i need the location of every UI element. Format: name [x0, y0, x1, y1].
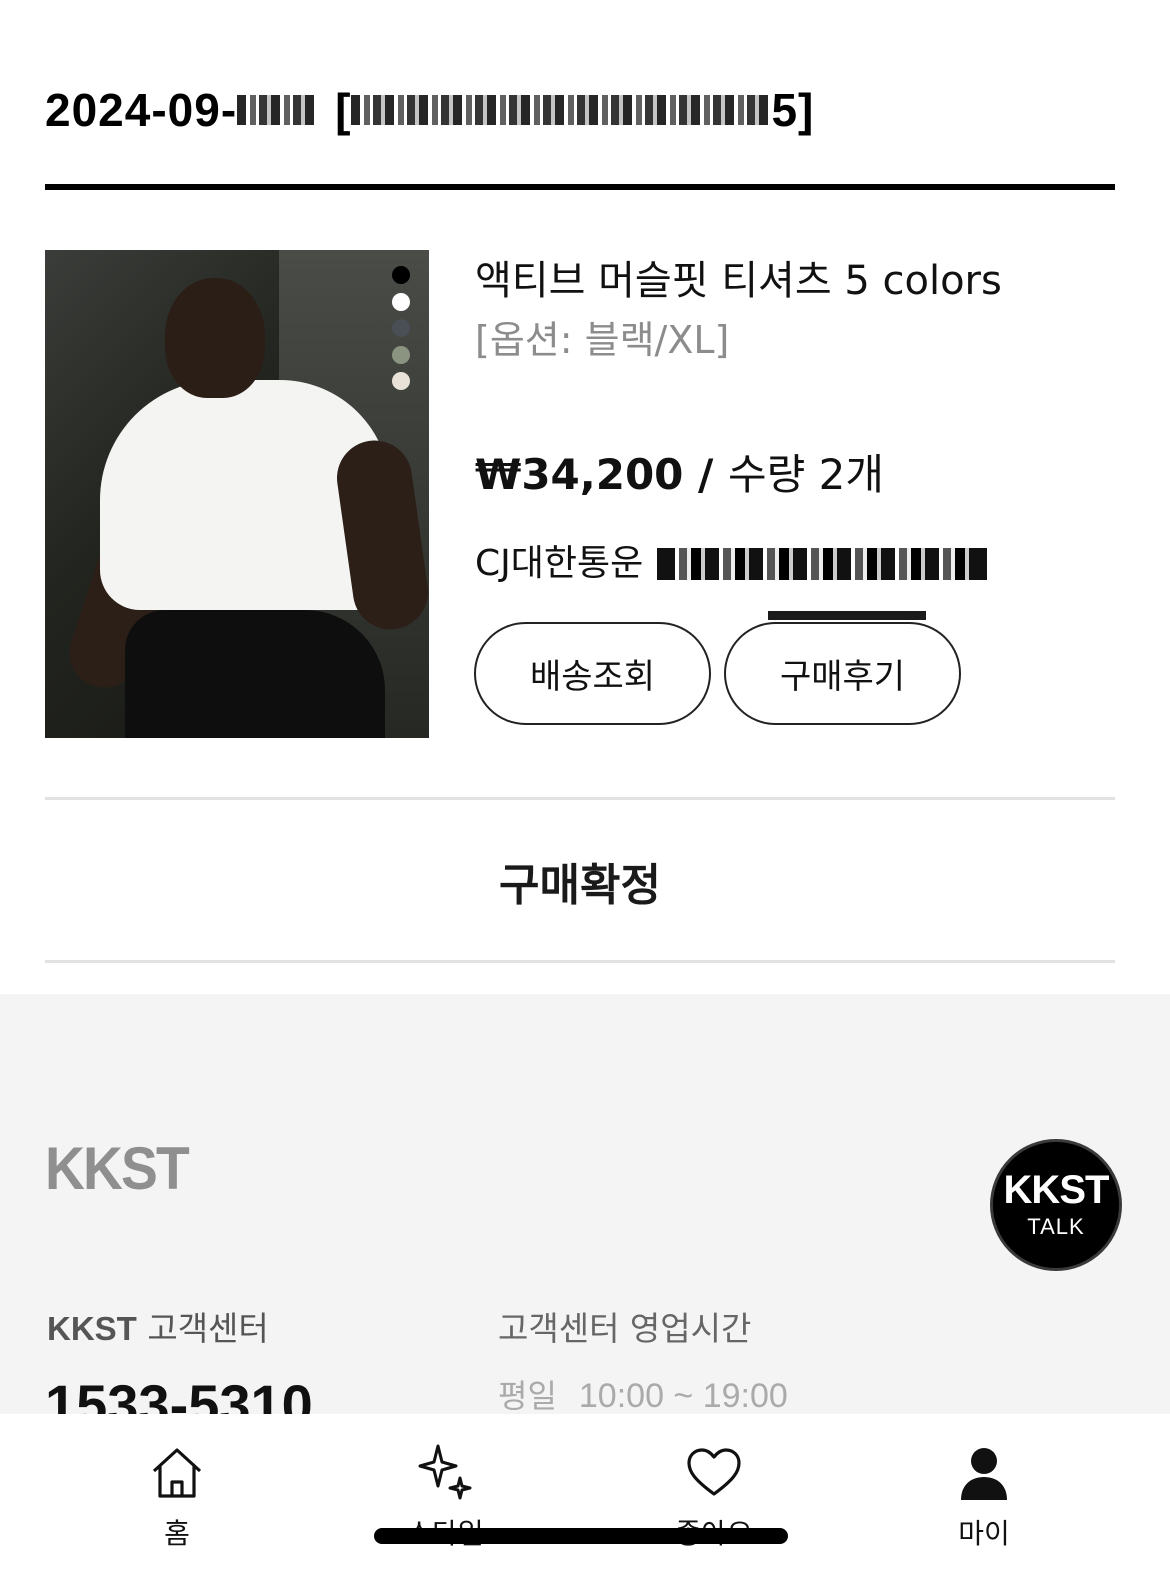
order-title: 2024-09- [ 5]: [45, 78, 1115, 142]
kkst-talk-button[interactable]: KKST TALK: [990, 1139, 1122, 1271]
person-icon: [961, 1448, 1007, 1500]
divider: [45, 960, 1115, 963]
color-swatches: [392, 266, 412, 399]
hours-day: 평일: [498, 1377, 557, 1415]
order-bracket-open: [: [335, 84, 352, 136]
color-swatch: [392, 319, 410, 337]
tab-home[interactable]: 홈: [107, 1444, 247, 1552]
write-review-button[interactable]: 구매후기: [724, 622, 961, 725]
image-figure-pants: [125, 610, 385, 738]
order-title-suffix: 5]: [771, 84, 815, 136]
tab-label: 홈: [164, 1517, 190, 1550]
product-image[interactable]: [45, 250, 429, 738]
color-swatch: [392, 345, 410, 364]
business-hours-row: 평일 10:00 ~ 19:00: [498, 1371, 788, 1417]
courier-name: CJ대한통운: [475, 543, 644, 584]
business-hours-title: 고객센터 영업시간: [498, 1309, 752, 1348]
image-figure-head: [165, 278, 265, 398]
product-quantity: 수량 2개: [728, 450, 884, 499]
redacted-order-id: [351, 95, 772, 125]
redacted-tracking-number: [657, 548, 988, 580]
product-name[interactable]: 액티브 머슬핏 티셔츠 5 colors: [475, 252, 1002, 310]
talk-brand: KKST: [1003, 1168, 1110, 1212]
order-header: 2024-09- [ 5]: [45, 78, 1115, 190]
hours-time: 10:00 ~ 19:00: [578, 1377, 788, 1415]
product-price-row: ₩34,200 / 수량 2개: [475, 445, 884, 505]
order-date: 2024-09-: [45, 84, 238, 136]
redacted-order-number: [237, 95, 318, 125]
product-price: ₩34,200: [475, 450, 684, 499]
heart-icon: [687, 1448, 741, 1496]
order-divider: [45, 184, 1115, 190]
product-option: [옵션: 블랙/XL]: [475, 318, 730, 362]
sparkle-icon: [418, 1444, 472, 1500]
courier-info: CJ대한통운: [475, 537, 988, 591]
bottom-tab-bar: 홈 스타일 좋아요 마이: [0, 1414, 1170, 1581]
talk-label: TALK: [1027, 1214, 1085, 1239]
tab-label: 마이: [958, 1517, 1010, 1550]
customer-center-title: KKST 고객센터: [47, 1302, 269, 1350]
cs-title-text: 고객센터: [136, 1309, 269, 1348]
tab-my[interactable]: 마이: [914, 1444, 1054, 1552]
track-delivery-button[interactable]: 배송조회: [474, 622, 711, 725]
cs-brand: KKST: [47, 1310, 137, 1347]
color-swatch: [392, 372, 410, 390]
color-swatch: [392, 292, 410, 311]
color-swatch: [392, 266, 410, 284]
home-indicator: [374, 1528, 788, 1544]
redacted-mark: [768, 611, 926, 620]
home-icon: [152, 1448, 202, 1498]
footer-logo: KKST: [45, 1135, 190, 1202]
confirm-purchase-button[interactable]: 구매확정: [45, 800, 1115, 962]
price-separator: /: [683, 450, 728, 499]
